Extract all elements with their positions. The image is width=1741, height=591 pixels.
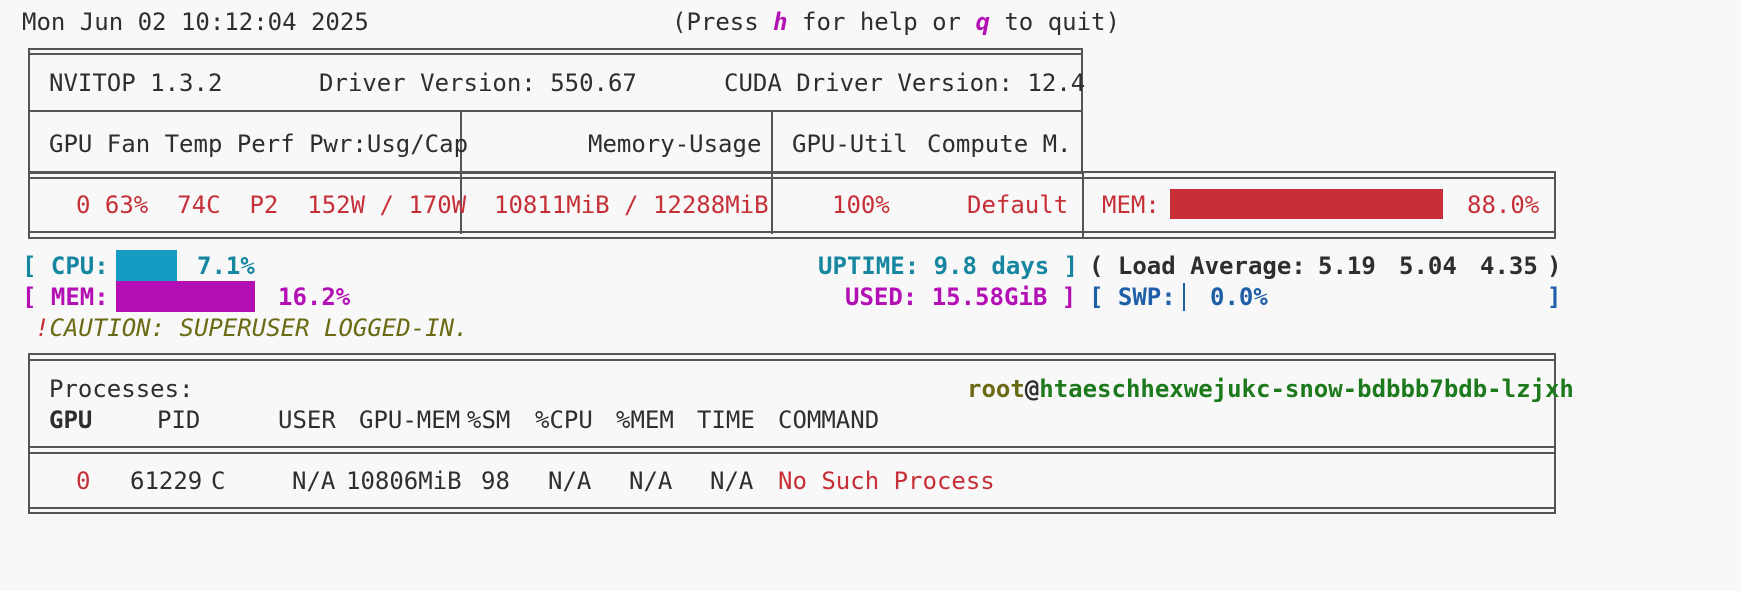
col-time: TIME bbox=[697, 406, 755, 434]
help-hint-close: to quit) bbox=[989, 8, 1120, 36]
swp-meter: [ SWP: bbox=[1089, 280, 1176, 314]
swp-percent: 0.0% bbox=[1210, 283, 1268, 311]
load-15: 4.35 bbox=[1480, 252, 1538, 280]
clock: Mon Jun 02 10:12:04 2025 bbox=[22, 8, 369, 36]
hostname: htaeschhexwejukc-snow-bdbbb7bdb-lzjxh bbox=[1039, 375, 1574, 403]
mem-used: USED: 15.58GiB ] bbox=[845, 280, 1076, 314]
cpu-open-bracket: [ bbox=[22, 252, 51, 280]
col-gpu-util: GPU-Util bbox=[792, 130, 908, 158]
processes-bottom-line-2 bbox=[28, 512, 1556, 514]
proc-sm: 98 bbox=[481, 467, 510, 495]
col-memory-usage: Memory-Usage bbox=[588, 130, 762, 158]
gpu-row-bottom-line bbox=[28, 231, 1556, 233]
gpu-mem-bar bbox=[1170, 189, 1443, 219]
cuda-version: CUDA Driver Version: 12.4 bbox=[724, 69, 1086, 97]
uptime-value: 9.8 days bbox=[933, 252, 1050, 280]
compute-mode-value: Default bbox=[967, 191, 1069, 219]
driver-version: Driver Version: 550.67 bbox=[319, 69, 637, 97]
proc-gpu: 0 bbox=[76, 467, 91, 495]
frame-right bbox=[1554, 171, 1556, 239]
help-key[interactable]: h bbox=[773, 8, 787, 36]
swp-label: SWP: bbox=[1117, 283, 1176, 311]
proc-type: C bbox=[211, 467, 226, 495]
col-user: USER bbox=[278, 406, 336, 434]
frame-left bbox=[28, 353, 30, 513]
column-divider bbox=[1082, 171, 1084, 239]
used-label: USED: bbox=[845, 283, 918, 311]
used-close-bracket: ] bbox=[1061, 283, 1077, 311]
gpu-perf: P2 bbox=[249, 191, 279, 219]
cpu-bar bbox=[116, 250, 177, 281]
col-compute-mode: Compute M. bbox=[927, 130, 1072, 158]
processes-top-line bbox=[28, 353, 1556, 355]
proc-cpu: N/A bbox=[548, 467, 592, 495]
gpu-row-bottom-line-2 bbox=[28, 237, 1556, 239]
proc-mem: N/A bbox=[629, 467, 673, 495]
gpu-power: 152W / 170W bbox=[307, 191, 467, 219]
uptime-close-bracket: ] bbox=[1063, 252, 1079, 280]
cpu-meter: [ CPU: bbox=[22, 249, 109, 283]
col-gpu: GPU bbox=[49, 406, 93, 434]
load-5: 5.04 bbox=[1399, 252, 1457, 280]
frame-left bbox=[28, 171, 30, 239]
proc-command: No Such Process bbox=[778, 467, 995, 495]
mem-label: MEM: bbox=[50, 283, 109, 311]
col-command: COMMAND bbox=[778, 406, 880, 434]
frame-top-double-line bbox=[28, 53, 1083, 55]
quit-key[interactable]: q bbox=[975, 8, 989, 36]
gpu-row-top-line-2 bbox=[28, 177, 1556, 179]
process-header-bottom-line bbox=[28, 446, 1556, 448]
at-sign: @ bbox=[1024, 375, 1040, 403]
proc-user: N/A bbox=[292, 467, 336, 495]
caution-text: CAUTION: SUPERUSER LOGGED-IN. bbox=[49, 314, 469, 342]
col-mem: %MEM bbox=[616, 406, 674, 434]
swp-close-bracket: ] bbox=[1547, 283, 1562, 311]
mem-meter: [ MEM: bbox=[22, 280, 109, 314]
gpu-mem-label: MEM: bbox=[1102, 191, 1160, 219]
proc-time: N/A bbox=[710, 467, 754, 495]
mem-bar bbox=[116, 281, 255, 312]
gpu-index: 0 bbox=[76, 191, 91, 219]
cpu-percent: 7.1% bbox=[197, 252, 255, 280]
mem-percent: 16.2% bbox=[278, 283, 351, 311]
help-hint: (Press h for help or q to quit) bbox=[672, 5, 1120, 39]
col-gpu-fan-temp-perf-power: GPU Fan Temp Perf Pwr:Usg/Cap bbox=[49, 130, 469, 158]
processes-bottom-line bbox=[28, 507, 1556, 509]
uptime-label: UPTIME: bbox=[818, 252, 920, 280]
caution-mark: ! bbox=[35, 314, 50, 342]
gpu-row[interactable]: 0 63% 74C P2 152W / 170W bbox=[76, 188, 466, 222]
load-average-label: ( Load Average: bbox=[1089, 252, 1306, 280]
gpu-fan: 63% bbox=[104, 191, 149, 219]
gpu-memory-usage: 10811MiB / 12288MiB bbox=[494, 191, 769, 219]
swp-open-bracket: [ bbox=[1089, 283, 1104, 311]
processes-top-line-2 bbox=[28, 359, 1556, 361]
uptime: UPTIME: 9.8 days ] bbox=[818, 249, 1078, 283]
process-header-bottom-line-2 bbox=[28, 452, 1556, 454]
proc-gpu-mem: 10806MiB bbox=[346, 467, 462, 495]
app-version: NVITOP 1.3.2 bbox=[49, 69, 223, 97]
help-hint-mid: for help or bbox=[787, 8, 976, 36]
gpu-temp: 74C bbox=[177, 191, 221, 219]
gpu-row-top-line bbox=[28, 171, 1556, 173]
processes-title: Processes: bbox=[49, 375, 194, 403]
help-hint-open: (Press bbox=[672, 8, 774, 36]
col-pid: PID bbox=[157, 406, 201, 434]
cpu-label: CPU: bbox=[50, 252, 109, 280]
user-host: root@htaeschhexwejukc-snow-bdbbb7bdb-lzj… bbox=[967, 372, 1574, 406]
username: root bbox=[967, 375, 1025, 403]
caution-banner: !CAUTION: SUPERUSER LOGGED-IN. bbox=[35, 311, 468, 345]
gpu-mem-percent: 88.0% bbox=[1467, 191, 1540, 219]
swp-bar-cursor bbox=[1183, 283, 1185, 311]
col-cpu: %CPU bbox=[535, 406, 593, 434]
load-1: 5.19 bbox=[1318, 252, 1376, 280]
proc-pid: 61229 bbox=[130, 467, 203, 495]
used-value: 15.58GiB bbox=[931, 283, 1048, 311]
gpu-util-value: 100% bbox=[832, 191, 890, 219]
load-average: ( Load Average: bbox=[1089, 249, 1306, 283]
col-gpu-mem: GPU-MEM bbox=[359, 406, 461, 434]
col-sm: %SM bbox=[467, 406, 511, 434]
load-close-paren: ) bbox=[1547, 252, 1562, 280]
mem-open-bracket: [ bbox=[22, 283, 51, 311]
